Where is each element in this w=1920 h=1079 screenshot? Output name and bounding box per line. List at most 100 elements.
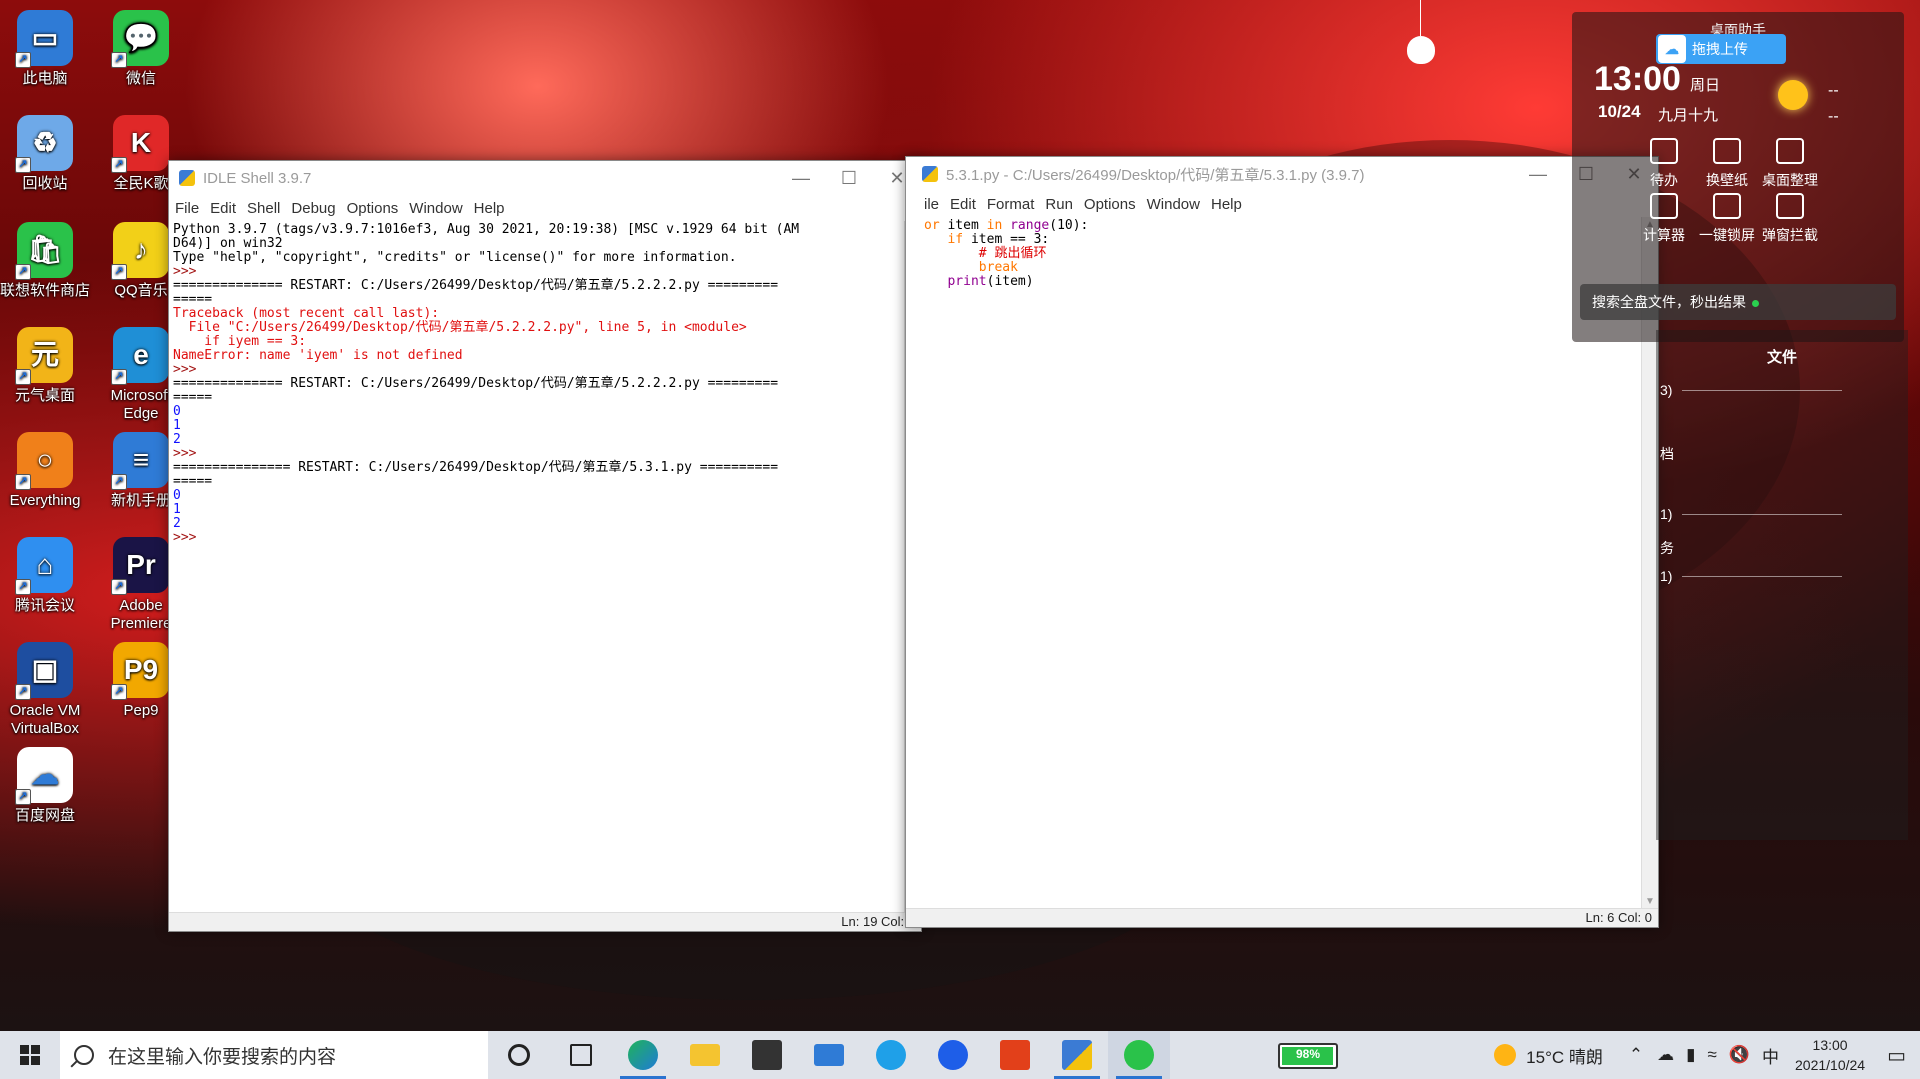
search-icon [74, 1045, 94, 1065]
menu-item[interactable]: Edit [210, 200, 236, 217]
menu-item[interactable]: Run [1045, 196, 1073, 213]
menu-item[interactable]: Help [474, 200, 505, 217]
menu-item[interactable]: Edit [950, 196, 976, 213]
menu-item[interactable]: Debug [291, 200, 335, 217]
taskbar-office[interactable] [984, 1031, 1046, 1079]
widget-tool-popup-block[interactable]: 弹窗拦截 [1752, 193, 1828, 245]
minimize-icon[interactable]: — [777, 168, 825, 189]
shortcut-arrow-icon: ↗ [111, 264, 127, 280]
start-button[interactable] [0, 1031, 60, 1079]
app-icon: 元 ↗ [15, 327, 73, 385]
editor-window[interactable]: 5.3.1.py - C:/Users/26499/Desktop/代码/第五章… [905, 156, 1659, 928]
widget-weekday: 周日 [1690, 77, 1721, 94]
store-icon [752, 1040, 782, 1070]
notification-icon[interactable]: ▭ [1887, 1043, 1906, 1068]
files-row[interactable]: 3) [1660, 382, 1672, 398]
mail-icon [814, 1044, 844, 1066]
files-row[interactable]: 档 [1660, 444, 1674, 464]
desktop-icon-label: 微信 [125, 70, 156, 87]
shortcut-arrow-icon: ↗ [15, 369, 31, 385]
files-panel[interactable]: 文件 3) 档 1) 务 1) [1656, 330, 1908, 840]
organize-icon [1776, 138, 1804, 164]
python-idle-icon [1062, 1040, 1092, 1070]
taskbar-time: 13:00 [1812, 1037, 1848, 1053]
menu-item[interactable]: Window [1147, 196, 1200, 213]
desktop-icon[interactable]: ○ ↗ Everything [0, 432, 90, 510]
ime-indicator[interactable]: 中 [1762, 1043, 1779, 1068]
desktop-icon[interactable]: ♻ ↗ 回收站 [0, 115, 90, 193]
desktop-icon[interactable]: 元 ↗ 元气桌面 [0, 327, 90, 405]
desktop-icon[interactable]: ⌂ ↗ 腾讯会议 [0, 537, 90, 615]
battery-indicator[interactable]: 98% [1278, 1043, 1338, 1069]
code-token: if [947, 232, 964, 247]
divider [1682, 514, 1842, 515]
code-token: or [924, 218, 940, 233]
shell-output[interactable]: Python 3.9.7 (tags/v3.9.7:1016ef3, Aug 3… [169, 221, 905, 913]
taskbar-explorer[interactable] [674, 1031, 736, 1079]
desktop-icon[interactable]: ☁ ↗ 百度网盘 [0, 747, 90, 825]
widget-tool-organize[interactable]: 桌面整理 [1752, 138, 1828, 190]
desktop-icon[interactable]: 🛍 ↗ 联想软件商店 [0, 222, 90, 300]
taskbar-edge[interactable] [612, 1031, 674, 1079]
code-token: break [978, 260, 1018, 275]
desktop-icon[interactable]: ▭ ↗ 此电脑 [0, 10, 90, 88]
battery-icon[interactable]: ▮ [1686, 1045, 1695, 1065]
menu-item[interactable]: Window [409, 200, 462, 217]
taskbar-store[interactable] [736, 1031, 798, 1079]
menu-item[interactable]: Shell [247, 200, 280, 217]
edge-icon [628, 1040, 658, 1070]
calculator-icon [1650, 193, 1678, 219]
shell-titlebar[interactable]: IDLE Shell 3.9.7 — ☐ ✕ [169, 161, 921, 195]
files-row[interactable]: 1) [1660, 506, 1672, 522]
idle-shell-window[interactable]: IDLE Shell 3.9.7 — ☐ ✕ File Edit Shell Debu… [168, 160, 922, 932]
code-token: # 跳出循环 [978, 246, 1047, 261]
divider [1682, 576, 1842, 577]
app-icon: 🛍 ↗ [15, 222, 73, 280]
chevron-up-icon[interactable]: ⌃ [1629, 1045, 1643, 1065]
taskbar-clock[interactable]: 13:00 2021/10/24 [1795, 1035, 1865, 1075]
taskbar-search[interactable]: 在这里输入你要搜索的内容 [60, 1031, 488, 1079]
scroll-down-icon[interactable]: ▼ [1642, 896, 1658, 907]
app-icon: ♪ ↗ [111, 222, 169, 280]
desktop-icon-label: 百度网盘 [14, 807, 75, 824]
shortcut-arrow-icon: ↗ [111, 684, 127, 700]
minimize-icon[interactable]: — [1514, 164, 1562, 185]
menu-item[interactable]: Format [987, 196, 1035, 213]
menu-item[interactable]: Help [1211, 196, 1242, 213]
menu-item[interactable]: File [175, 200, 199, 217]
desktop-icon-label: 此电脑 [22, 70, 68, 87]
wifi-icon[interactable]: ≈ [1708, 1045, 1717, 1065]
shell-line: >>> [173, 264, 205, 279]
code-token: range [1010, 218, 1050, 233]
desktop-icon[interactable]: 💬 ↗ 微信 [96, 10, 186, 88]
code-line: or item in range(10): [924, 219, 1638, 233]
taskbar-idle[interactable] [1046, 1031, 1108, 1079]
lenovo-l-icon [938, 1040, 968, 1070]
taskbar-weather[interactable]: 15°C 晴朗 [1526, 1043, 1603, 1068]
maximize-icon[interactable]: ☐ [825, 168, 873, 189]
taskbar-mail[interactable] [798, 1031, 860, 1079]
cloud-icon[interactable]: ☁ [1657, 1045, 1674, 1065]
desktop-icon-label: 联想软件商店 [0, 282, 91, 299]
editor-titlebar[interactable]: 5.3.1.py - C:/Users/26499/Desktop/代码/第五章… [906, 157, 1658, 191]
taskbar-wechat[interactable] [1108, 1031, 1170, 1079]
code-token: print [947, 274, 987, 289]
cortana-button[interactable] [488, 1031, 550, 1079]
files-row[interactable]: 1) [1660, 568, 1672, 584]
task-view-button[interactable] [550, 1031, 612, 1079]
taskbar-lenovo[interactable] [922, 1031, 984, 1079]
speaker-muted-icon[interactable]: 🔇 [1729, 1045, 1750, 1065]
menu-item[interactable]: Options [1084, 196, 1136, 213]
desktop-assistant-widget[interactable]: 桌面助手 ☁ 拖拽上传 13:00 周日 10/24 九月十九 -- -- 待办… [1572, 12, 1904, 342]
menu-item[interactable]: ile [924, 196, 939, 213]
desktop-icon[interactable]: ▣ ↗ Oracle VM VirtualBox [0, 642, 90, 738]
editor-code[interactable]: or item in range(10): if item == 3: # 跳出… [906, 217, 1642, 909]
files-panel-title: 文件 [1766, 349, 1797, 366]
taskbar-ie[interactable] [860, 1031, 922, 1079]
file-search-button[interactable]: 搜索全盘文件，秒出结果 [1580, 284, 1896, 320]
shell-line: if iyem == 3: [173, 334, 307, 349]
files-row[interactable]: 务 [1660, 538, 1674, 558]
menu-item[interactable]: Options [347, 200, 399, 217]
app-icon: Pr ↗ [111, 537, 169, 595]
shell-line: ============== RESTART: C:/Users/26499/D… [173, 376, 779, 391]
